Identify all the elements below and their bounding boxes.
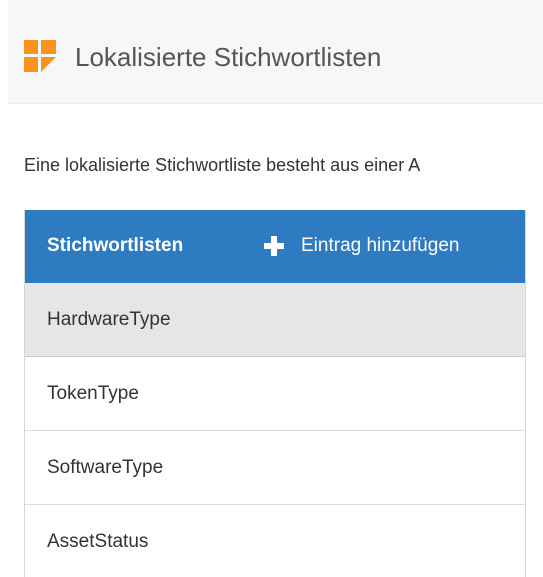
- list-item-label: TokenType: [47, 383, 139, 404]
- list-item-label: SoftwareType: [47, 457, 164, 478]
- list-item-assetstatus[interactable]: AssetStatus: [25, 505, 525, 577]
- keyword-lists-panel: Stichwortlisten Eintrag hinzufügen Hardw…: [24, 210, 526, 577]
- intro-text: Eine lokalisierte Stichwortliste besteht…: [24, 155, 421, 175]
- plus-icon: [264, 236, 284, 256]
- app-logo-icon: [24, 40, 56, 72]
- page-title: Lokalisierte Stichwortlisten: [75, 42, 382, 72]
- add-entry-label: Eintrag hinzufügen: [301, 235, 460, 256]
- panel-header: Stichwortlisten Eintrag hinzufügen: [25, 210, 525, 283]
- keyword-list: HardwareType TokenType SoftwareType Asse…: [25, 283, 525, 577]
- add-entry-button[interactable]: Eintrag hinzufügen: [263, 232, 459, 260]
- list-item-hardwaretype[interactable]: HardwareType: [25, 283, 525, 357]
- list-item-tokentype[interactable]: TokenType: [25, 357, 525, 431]
- list-item-label: AssetStatus: [47, 531, 149, 552]
- page-header: Lokalisierte Stichwortlisten: [8, 0, 543, 104]
- list-item-softwaretype[interactable]: SoftwareType: [25, 431, 525, 505]
- panel-title: Stichwortlisten: [47, 235, 184, 256]
- list-item-label: HardwareType: [47, 309, 171, 330]
